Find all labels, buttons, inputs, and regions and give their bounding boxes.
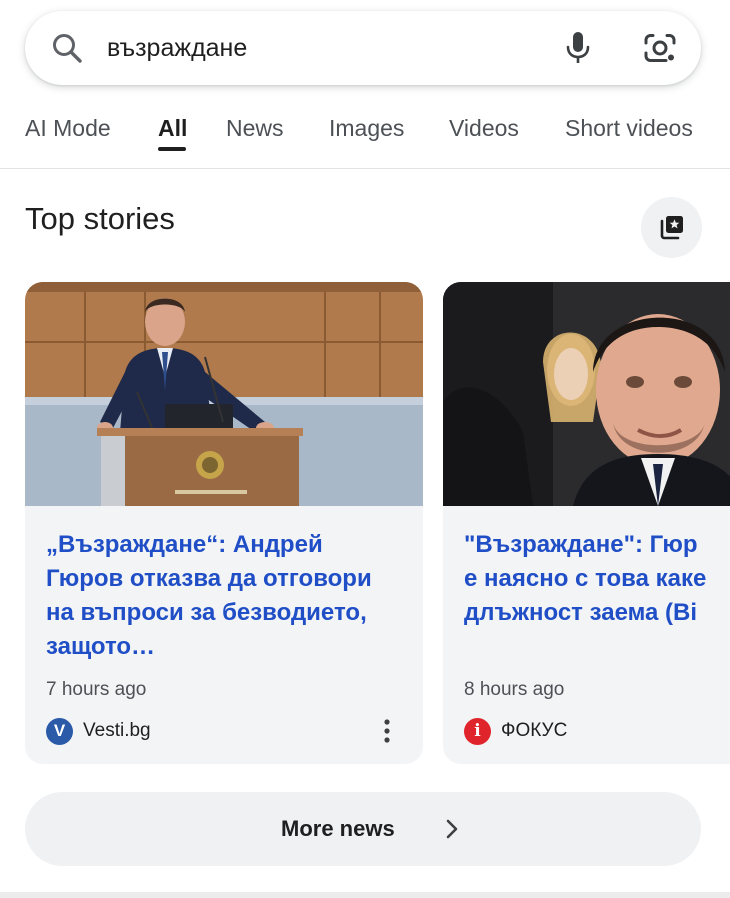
chevron-right-icon <box>446 819 458 839</box>
search-results-page: възраждане AI Mode All News Images Video… <box>0 0 730 898</box>
stories-stack-icon <box>660 216 683 240</box>
search-bar[interactable]: възраждане <box>25 11 701 85</box>
search-query[interactable]: възраждане <box>107 33 247 63</box>
more-news-label: More news <box>281 816 395 841</box>
tab-videos[interactable]: Videos <box>449 114 519 142</box>
news-headline[interactable]: „Възраждане“: Андрей Гюров отказва да от… <box>46 528 396 664</box>
fokus-logo-icon: i <box>464 717 491 745</box>
more-news-button[interactable]: More news <box>25 792 701 866</box>
news-source[interactable]: V Vesti.bg <box>46 717 151 745</box>
active-tab-indicator <box>158 147 186 151</box>
tab-images[interactable]: Images <box>329 114 404 142</box>
man-in-crowd-photo[interactable] <box>443 282 730 506</box>
more-options-icon[interactable] <box>377 718 397 744</box>
tab-news[interactable]: News <box>226 114 284 142</box>
tab-all[interactable]: All <box>158 114 187 142</box>
tab-ai-mode[interactable]: AI Mode <box>25 114 111 142</box>
news-source-name: ФОКУС <box>501 720 568 741</box>
news-card[interactable]: "Възраждане": Гюр е наясно с това каке д… <box>443 282 730 764</box>
news-headline[interactable]: "Възраждане": Гюр е наясно с това каке д… <box>464 528 730 630</box>
tab-short-videos[interactable]: Short videos <box>565 114 693 142</box>
top-stories-title: Top stories <box>25 201 175 236</box>
news-timestamp: 7 hours ago <box>46 679 147 700</box>
stories-stack-button[interactable] <box>641 197 702 258</box>
google-lens-icon[interactable] <box>642 31 678 65</box>
news-card[interactable]: „Възраждане“: Андрей Гюров отказва да от… <box>25 282 423 764</box>
news-source-name: Vesti.bg <box>83 720 151 741</box>
news-source[interactable]: i ФОКУС <box>464 717 567 745</box>
search-tabs: AI Mode All News Images Videos Short vid… <box>0 100 730 169</box>
microphone-icon[interactable] <box>563 28 593 68</box>
vesti-logo-icon: V <box>46 717 73 745</box>
section-divider <box>0 892 730 898</box>
search-icon[interactable] <box>49 30 85 66</box>
news-timestamp: 8 hours ago <box>464 679 565 700</box>
man-at-podium-photo[interactable] <box>25 282 423 506</box>
